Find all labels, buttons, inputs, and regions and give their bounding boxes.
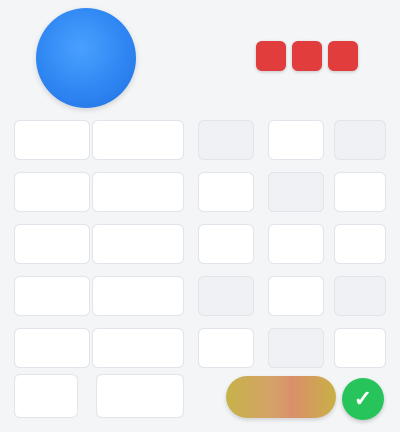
key-button[interactable] bbox=[268, 172, 324, 212]
bottom-mid-key[interactable] bbox=[96, 374, 184, 418]
row-value bbox=[92, 172, 184, 212]
key-button[interactable] bbox=[268, 328, 324, 368]
key-button[interactable] bbox=[334, 328, 386, 368]
key-button[interactable] bbox=[334, 120, 386, 160]
top-badge bbox=[232, 34, 382, 78]
row-label bbox=[14, 276, 90, 316]
key-button[interactable] bbox=[198, 120, 254, 160]
row-value bbox=[92, 276, 184, 316]
app-root: ✓ bbox=[0, 0, 400, 432]
app-logo[interactable] bbox=[36, 8, 136, 108]
row-value bbox=[92, 120, 184, 160]
key-button[interactable] bbox=[334, 172, 386, 212]
badge-glyph-2 bbox=[292, 41, 322, 71]
key-button[interactable] bbox=[198, 276, 254, 316]
check-icon: ✓ bbox=[353, 386, 373, 411]
confirm-button[interactable]: ✓ bbox=[342, 378, 384, 420]
key-button[interactable] bbox=[268, 120, 324, 160]
badge-glyph-3 bbox=[328, 41, 358, 71]
key-button[interactable] bbox=[334, 224, 386, 264]
row-label bbox=[14, 120, 90, 160]
row-value bbox=[92, 224, 184, 264]
grid-row bbox=[14, 172, 386, 212]
key-button[interactable] bbox=[334, 276, 386, 316]
row-value bbox=[92, 328, 184, 368]
key-button[interactable] bbox=[198, 224, 254, 264]
key-button[interactable] bbox=[198, 172, 254, 212]
row-label bbox=[14, 224, 90, 264]
row-label bbox=[14, 328, 90, 368]
primary-action-button[interactable] bbox=[226, 376, 336, 418]
grid-row bbox=[14, 224, 386, 264]
grid-row bbox=[14, 276, 386, 316]
bottom-left-key[interactable] bbox=[14, 374, 78, 418]
key-button[interactable] bbox=[268, 276, 324, 316]
row-label bbox=[14, 172, 90, 212]
grid-row bbox=[14, 120, 386, 160]
badge-glyph-1 bbox=[256, 41, 286, 71]
key-button[interactable] bbox=[268, 224, 324, 264]
key-button[interactable] bbox=[198, 328, 254, 368]
grid-row bbox=[14, 328, 386, 368]
